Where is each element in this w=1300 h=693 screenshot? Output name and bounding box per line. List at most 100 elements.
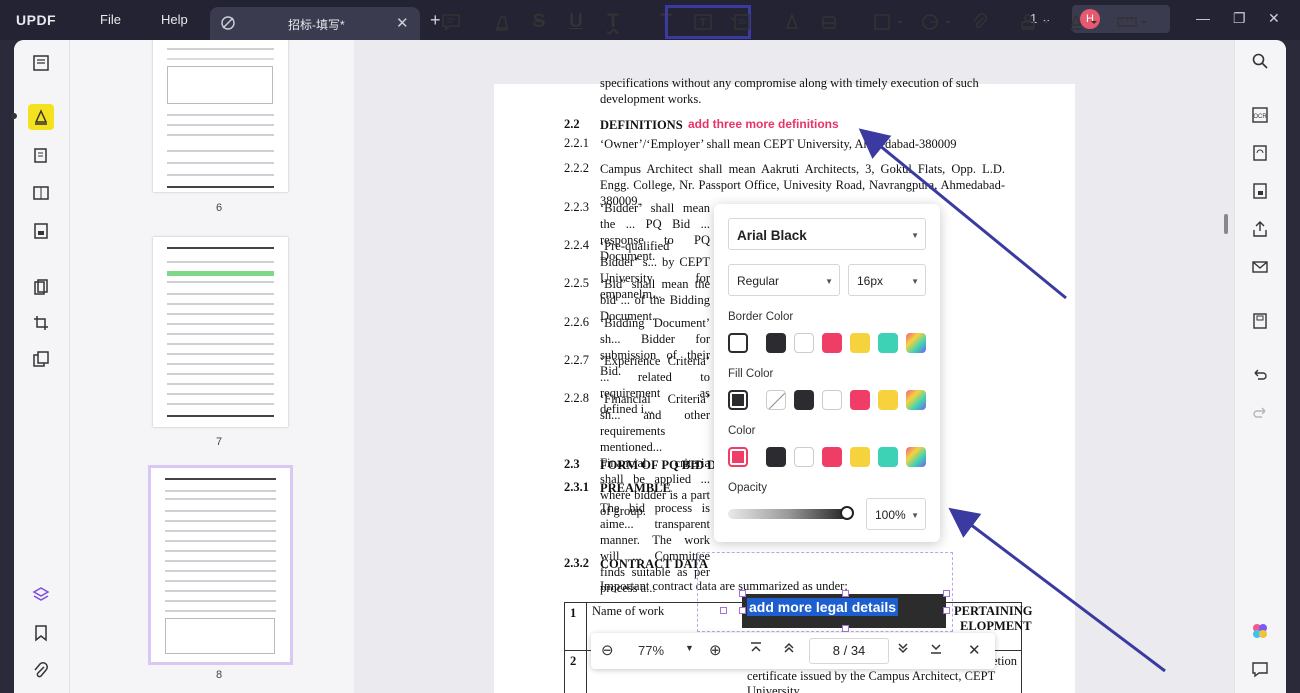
convert-icon[interactable]: [1249, 142, 1271, 164]
fill-color-swatch[interactable]: [850, 390, 870, 410]
measure-dropdown[interactable]: [1114, 12, 1150, 32]
text-color-swatch[interactable]: [878, 447, 898, 467]
menu-help[interactable]: Help: [161, 12, 188, 27]
page-view-icon[interactable]: [28, 180, 54, 206]
border-color-picker[interactable]: [906, 333, 926, 353]
resize-handle[interactable]: [720, 607, 727, 614]
section-number: 2.2: [564, 117, 580, 131]
sticky-note-icon[interactable]: [439, 12, 463, 32]
attachment-icon[interactable]: [28, 658, 54, 684]
sticker-dropdown[interactable]: [918, 12, 954, 32]
reader-mode-icon[interactable]: [28, 50, 54, 76]
first-page-icon[interactable]: [749, 641, 763, 658]
section-number: 2.2.1: [564, 136, 589, 150]
text-box-annotation[interactable]: add more legal details: [742, 594, 946, 628]
previous-page-icon[interactable]: [782, 641, 796, 658]
tab-close-icon[interactable]: ✕: [396, 14, 409, 32]
signature-dropdown[interactable]: [1064, 12, 1100, 32]
ocr-icon[interactable]: OCR: [1249, 104, 1271, 126]
minimize-icon[interactable]: —: [1196, 10, 1210, 26]
pencil-icon[interactable]: [780, 12, 804, 32]
zoom-level[interactable]: 77%: [638, 643, 664, 658]
font-size-select[interactable]: 16px ▼: [848, 264, 926, 296]
table-cell: PERTAINING: [954, 604, 1033, 618]
font-family-select[interactable]: Arial Black ▼: [728, 218, 926, 250]
fill-color-swatch[interactable]: [878, 390, 898, 410]
border-color-swatch[interactable]: [766, 333, 786, 353]
text-callout-icon[interactable]: [728, 12, 752, 32]
redo-icon[interactable]: [1249, 402, 1271, 424]
section-number: 2.2.4: [564, 238, 589, 252]
resize-handle[interactable]: [842, 625, 849, 632]
text-color-swatch[interactable]: [850, 447, 870, 467]
zoom-out-icon[interactable]: ⊖: [601, 641, 614, 659]
eraser-icon[interactable]: [817, 12, 841, 32]
ai-assistant-icon[interactable]: [1249, 620, 1271, 642]
comments-panel-icon[interactable]: [1249, 658, 1271, 680]
vertical-scrollbar[interactable]: [1224, 214, 1228, 234]
last-page-icon[interactable]: [929, 641, 943, 658]
form-icon[interactable]: [28, 218, 54, 244]
zoom-dropdown-icon[interactable]: ▼: [685, 643, 694, 653]
email-icon[interactable]: [1249, 256, 1271, 278]
opacity-slider[interactable]: [728, 509, 848, 519]
document-tab[interactable]: 招标-填写* ✕: [210, 7, 420, 40]
text-box-icon[interactable]: T: [691, 12, 715, 32]
edit-pdf-icon[interactable]: [28, 142, 54, 168]
fill-color-picker[interactable]: [906, 390, 926, 410]
squiggly-icon[interactable]: T: [601, 11, 625, 32]
share-icon[interactable]: [1249, 218, 1271, 240]
layers-icon[interactable]: [28, 582, 54, 608]
highlight-icon[interactable]: [490, 12, 514, 32]
fill-color-swatch[interactable]: [794, 390, 814, 410]
text-color-current[interactable]: [728, 447, 748, 467]
text-color-picker[interactable]: [906, 447, 926, 467]
text-color-swatch[interactable]: [822, 447, 842, 467]
thumbnail-page-7[interactable]: [153, 237, 288, 427]
attach-file-icon[interactable]: [968, 12, 992, 32]
undo-icon[interactable]: [1249, 364, 1271, 386]
stack-pages-icon[interactable]: [28, 346, 54, 372]
stamp-dropdown[interactable]: [1016, 12, 1052, 32]
text-box-content[interactable]: add more legal details: [747, 598, 899, 616]
resize-handle[interactable]: [943, 590, 950, 597]
border-color-swatch[interactable]: [822, 333, 842, 353]
shape-dropdown[interactable]: [870, 12, 906, 32]
page-number-input[interactable]: 8 / 34: [809, 638, 889, 664]
organize-pages-icon[interactable]: [28, 274, 54, 300]
border-color-swatch[interactable]: [878, 333, 898, 353]
section-number: 2.3: [564, 457, 580, 471]
resize-handle[interactable]: [739, 590, 746, 597]
thumbnail-page-6[interactable]: [153, 40, 288, 192]
definitions-note-annotation[interactable]: add three more definitions: [688, 117, 839, 131]
fill-color-swatch[interactable]: [822, 390, 842, 410]
resize-handle[interactable]: [739, 607, 746, 614]
save-icon[interactable]: [1249, 310, 1271, 332]
next-page-icon[interactable]: [896, 641, 910, 658]
font-weight-select[interactable]: Regular ▼: [728, 264, 840, 296]
resize-handle[interactable]: [842, 590, 849, 597]
text-color-swatch[interactable]: [794, 447, 814, 467]
search-icon[interactable]: [1249, 50, 1271, 72]
maximize-icon[interactable]: ❐: [1233, 10, 1246, 27]
fill-color-none[interactable]: [766, 390, 786, 410]
border-color-current[interactable]: [728, 333, 748, 353]
opacity-select[interactable]: 100% ▼: [866, 498, 926, 530]
comment-mode-icon[interactable]: [28, 104, 54, 130]
strikethrough-icon[interactable]: S: [527, 11, 551, 32]
protect-icon[interactable]: [1249, 180, 1271, 202]
fill-color-current[interactable]: [728, 390, 748, 410]
bookmark-icon[interactable]: [28, 620, 54, 646]
opacity-slider-handle[interactable]: [840, 506, 854, 520]
text-color-swatch[interactable]: [766, 447, 786, 467]
border-color-swatch[interactable]: [850, 333, 870, 353]
close-window-icon[interactable]: ✕: [1268, 10, 1280, 27]
menu-file[interactable]: File: [100, 12, 121, 27]
close-zoombar-icon[interactable]: ✕: [968, 641, 981, 659]
zoom-in-icon[interactable]: ⊕: [709, 641, 722, 659]
crop-icon[interactable]: [28, 310, 54, 336]
thumbnail-page-8[interactable]: [151, 468, 290, 662]
underline-icon[interactable]: U: [564, 11, 588, 32]
resize-handle[interactable]: [943, 607, 950, 614]
border-color-swatch[interactable]: [794, 333, 814, 353]
